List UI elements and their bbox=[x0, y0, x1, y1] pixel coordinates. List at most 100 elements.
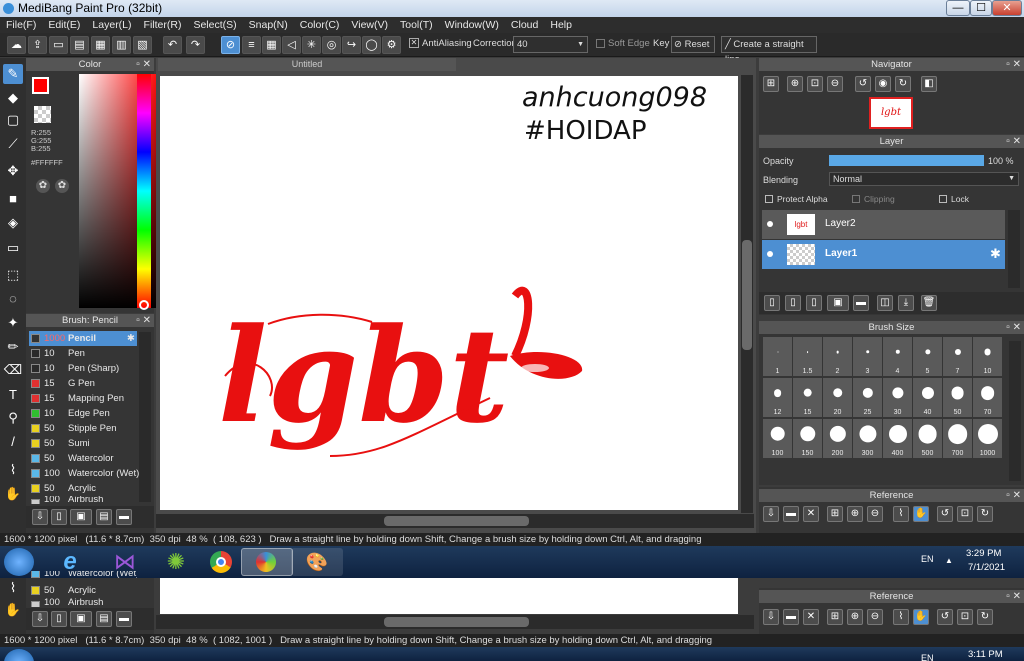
cloud-download-icon[interactable]: ⇩ bbox=[32, 509, 48, 525]
brush-settings-icon[interactable]: ▤ bbox=[96, 611, 112, 627]
brush-size-cell[interactable]: 700 bbox=[943, 419, 972, 458]
visibility-icon[interactable] bbox=[767, 251, 773, 257]
brush-item[interactable]: 1000 Pencil ✱ bbox=[29, 331, 137, 346]
hue-handle[interactable] bbox=[139, 300, 149, 310]
folder-icon[interactable]: ▬ bbox=[116, 509, 132, 525]
zoom-in-icon[interactable]: ⊕ bbox=[847, 506, 863, 522]
tray-expand-icon[interactable]: ▲ bbox=[945, 556, 953, 565]
document-tab[interactable]: Untitled bbox=[158, 58, 456, 71]
brush-item[interactable]: 10 Pen bbox=[29, 346, 137, 361]
eyedropper-icon[interactable]: ⌇ bbox=[893, 609, 909, 625]
brush-size-cell[interactable]: 50 bbox=[943, 378, 972, 417]
lasso-tool-icon[interactable]: ◌ bbox=[3, 289, 23, 309]
snap-curve-icon[interactable]: ↪ bbox=[342, 36, 361, 54]
brush-item[interactable]: 50 Sumi bbox=[29, 436, 137, 451]
brush-size-cell[interactable]: 4 bbox=[883, 337, 912, 376]
panel-close-icon[interactable]: ▫ ✕ bbox=[1006, 590, 1021, 603]
add-brush-icon[interactable]: ▣ bbox=[70, 611, 92, 627]
zoom-in-icon[interactable]: ⊕ bbox=[787, 76, 803, 92]
brush-item[interactable]: 50 Acrylic bbox=[29, 481, 137, 496]
layer-row[interactable]: lgbt Layer2 bbox=[762, 210, 1005, 239]
hand-tool-icon[interactable]: ✋ bbox=[3, 600, 23, 620]
open-folder-icon[interactable]: ▬ bbox=[783, 609, 799, 625]
opacity-slider[interactable] bbox=[829, 155, 984, 166]
brush-size-cell[interactable]: 15 bbox=[793, 378, 822, 417]
rotate-reset-icon[interactable]: ◉ bbox=[875, 76, 891, 92]
close-button[interactable]: ✕ bbox=[992, 0, 1022, 16]
rotate-left-icon[interactable]: ↺ bbox=[937, 506, 953, 522]
merge-layer-icon[interactable]: ⤓ bbox=[898, 295, 914, 311]
brush-size-cell[interactable]: 1.5 bbox=[793, 337, 822, 376]
cloud-icon[interactable]: ☁ bbox=[7, 36, 26, 54]
snap-circle-icon[interactable]: ◎ bbox=[322, 36, 341, 54]
lock-checkbox[interactable] bbox=[939, 195, 947, 203]
brush-size-cell[interactable]: 30 bbox=[883, 378, 912, 417]
rotate-right-icon[interactable]: ↻ bbox=[977, 506, 993, 522]
brush-size-cell[interactable]: 25 bbox=[853, 378, 882, 417]
create-straight-line-button[interactable]: ╱ Create a straight line bbox=[721, 36, 817, 65]
panel-close-icon[interactable]: ▫ ✕ bbox=[136, 58, 151, 71]
menu-help[interactable]: Help bbox=[544, 19, 578, 31]
visibility-icon[interactable] bbox=[767, 221, 773, 227]
layer-row-selected[interactable]: Layer1 ✱ bbox=[762, 240, 1005, 269]
snap-grid-icon[interactable]: ▦ bbox=[262, 36, 281, 54]
zoom-fit-icon[interactable]: ⊞ bbox=[763, 76, 779, 92]
brush-size-cell[interactable]: 1000 bbox=[973, 419, 1002, 458]
hand-icon[interactable]: ✋ bbox=[913, 609, 929, 625]
brush-size-cell[interactable]: 200 bbox=[823, 419, 852, 458]
foreground-color-swatch[interactable] bbox=[32, 77, 49, 94]
menu-cloud[interactable]: Cloud bbox=[505, 19, 544, 31]
eraser-tool-icon[interactable]: ◆ bbox=[3, 88, 23, 108]
color-picker-icon[interactable]: ✿ bbox=[55, 179, 69, 193]
snap-settings-icon[interactable]: ⚙ bbox=[382, 36, 401, 54]
brush-item[interactable]: 15 Mapping Pen bbox=[29, 391, 137, 406]
reset-button[interactable]: ⊘ Reset bbox=[671, 36, 715, 53]
panel-close-icon[interactable]: ▫ ✕ bbox=[1006, 321, 1021, 334]
hand-icon[interactable]: ✋ bbox=[913, 506, 929, 522]
text-tool-icon[interactable]: T bbox=[3, 385, 23, 405]
magic-wand-icon[interactable]: ✦ bbox=[3, 313, 23, 333]
clock-time[interactable]: 3:11 PM bbox=[968, 649, 1003, 660]
menu-select[interactable]: Select(S) bbox=[187, 19, 242, 31]
manage-icon[interactable]: ▥ bbox=[112, 36, 131, 54]
clipping-checkbox[interactable] bbox=[852, 195, 860, 203]
cloud-download-icon[interactable]: ⇩ bbox=[763, 609, 779, 625]
zoom-actual-icon[interactable]: ⊡ bbox=[807, 76, 823, 92]
close-reference-icon[interactable]: ✕ bbox=[803, 609, 819, 625]
new-brush-icon[interactable]: ▯ bbox=[51, 611, 67, 627]
hue-slider[interactable] bbox=[137, 74, 151, 308]
transparent-swatch[interactable] bbox=[34, 106, 51, 123]
brush-size-cell[interactable]: 7 bbox=[943, 337, 972, 376]
brush-size-cell[interactable]: 10 bbox=[973, 337, 1002, 376]
brush-size-cell[interactable]: 100 bbox=[763, 419, 792, 458]
snap-radial-icon[interactable]: ✳ bbox=[302, 36, 321, 54]
palette-icon[interactable]: ✿ bbox=[36, 179, 50, 193]
trash-icon[interactable]: 🗑 bbox=[921, 295, 937, 311]
brush-size-cell[interactable]: 70 bbox=[973, 378, 1002, 417]
language-indicator[interactable]: EN bbox=[921, 554, 934, 564]
new-layer-icon[interactable]: ▯ bbox=[764, 295, 780, 311]
menu-color[interactable]: Color(C) bbox=[294, 19, 346, 31]
panel-close-icon[interactable]: ▫ ✕ bbox=[1006, 135, 1021, 148]
close-reference-icon[interactable]: ✕ bbox=[803, 506, 819, 522]
brush-item[interactable]: 100 Airbrush bbox=[29, 496, 137, 504]
rotate-right-icon[interactable]: ↻ bbox=[895, 76, 911, 92]
snap-perspective-icon[interactable]: ◁ bbox=[282, 36, 301, 54]
brush-item[interactable]: 100 Watercolor (Wet) bbox=[29, 466, 139, 481]
brush-size-cell[interactable]: 400 bbox=[883, 419, 912, 458]
eyedropper-tool-icon[interactable]: ⌇ bbox=[3, 578, 23, 598]
antialias-checkbox[interactable]: ✕ bbox=[409, 38, 419, 48]
correction-select[interactable]: 40 ▼ bbox=[513, 36, 588, 53]
select-tool-icon[interactable]: ⬚ bbox=[3, 265, 23, 285]
comment-icon[interactable]: ▭ bbox=[49, 36, 68, 54]
start-button[interactable] bbox=[4, 649, 34, 661]
zoom-fit-icon[interactable]: ⊞ bbox=[827, 506, 843, 522]
brush-size-cell[interactable]: 2 bbox=[823, 337, 852, 376]
divide-tool-icon[interactable]: / bbox=[3, 432, 23, 452]
layer-scrollbar[interactable] bbox=[1008, 210, 1020, 288]
brush-size-cell[interactable]: 500 bbox=[913, 419, 942, 458]
brush-item[interactable]: 100 Airbrush bbox=[29, 598, 137, 607]
fill-tool-icon[interactable]: ◈ bbox=[3, 213, 23, 233]
brush-item[interactable]: 100 Watercolor (Wet) bbox=[29, 571, 137, 581]
add-brush-icon[interactable]: ▣ bbox=[70, 509, 92, 525]
